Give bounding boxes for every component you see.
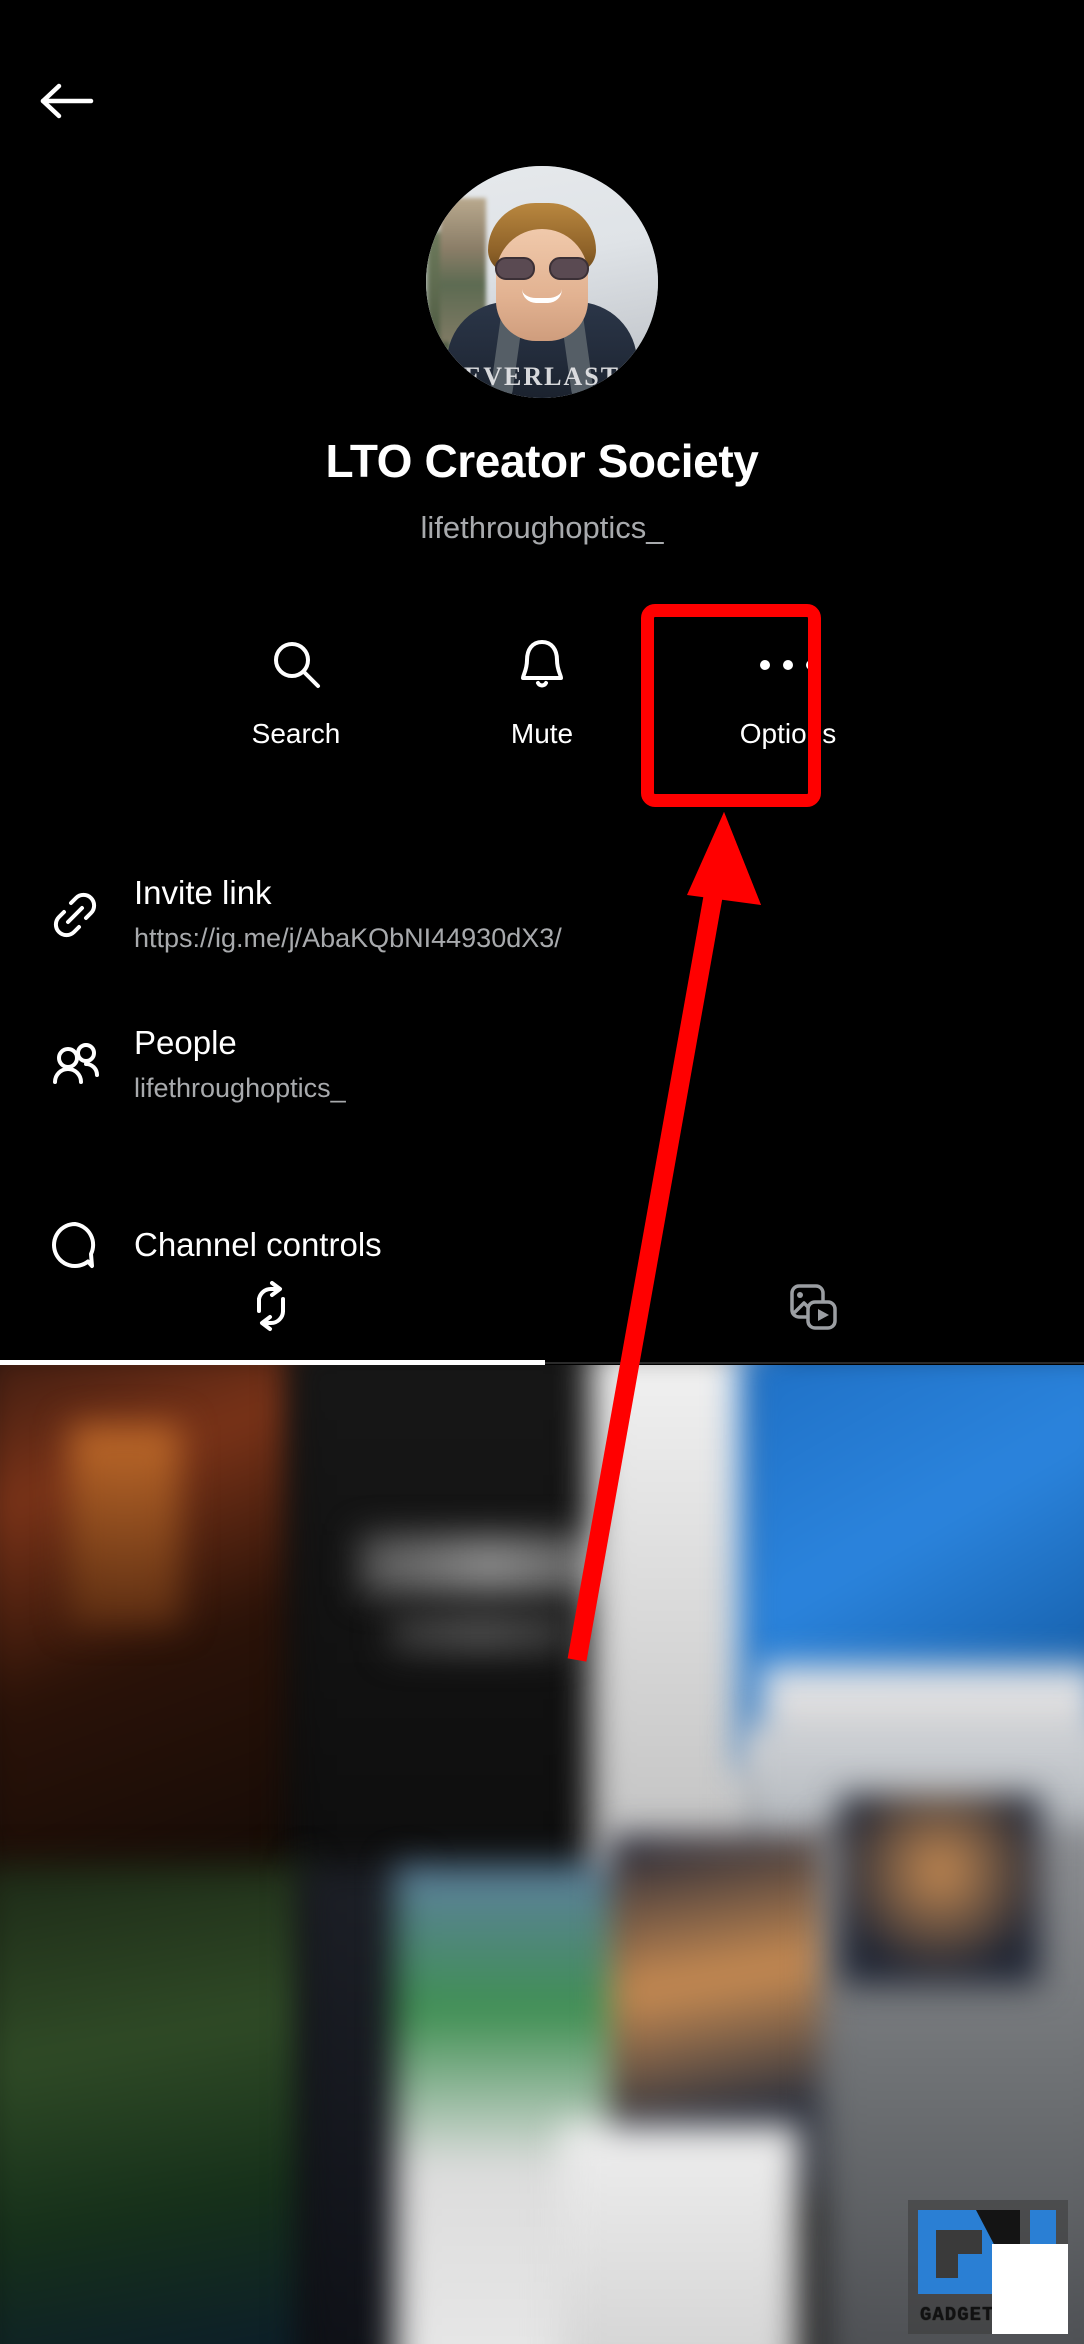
people-subtitle: lifethroughoptics_ — [134, 1072, 346, 1103]
people-icon — [34, 1020, 116, 1106]
search-action[interactable]: Search — [216, 618, 376, 748]
mute-label: Mute — [510, 718, 574, 749]
avatar-lens-right — [549, 256, 589, 280]
profile-header: EVERLAST LTO Creator Society lifethrough… — [0, 166, 1084, 543]
search-label: Search — [251, 718, 341, 749]
repeat-icon — [241, 1277, 301, 1342]
channel-username: lifethroughoptics_ — [420, 510, 664, 545]
back-button[interactable] — [28, 62, 106, 140]
search-icon — [268, 632, 324, 698]
channel-name: LTO Creator Society — [325, 435, 759, 487]
avatar-lens-left — [495, 256, 535, 280]
people-title: People — [134, 1024, 237, 1061]
three-dots-icon — [760, 632, 816, 698]
arrow-left-icon — [39, 81, 95, 121]
tab-reposts[interactable] — [0, 1255, 542, 1363]
grid-cell — [0, 1865, 310, 2344]
media-icon — [784, 1278, 842, 1341]
invite-link-row[interactable]: Invite link https://ig.me/j/AbaKQbNI4493… — [0, 870, 1084, 1020]
details-list: Invite link https://ig.me/j/AbaKQbNI4493… — [0, 870, 1084, 1320]
invite-link-url: https://ig.me/j/AbaKQbNI44930dX3/ — [134, 922, 562, 953]
invite-link-title: Invite link — [134, 874, 272, 911]
grid-cell — [840, 1795, 1040, 1985]
avatar-chest-text: EVERLAST — [463, 362, 621, 391]
grid-cell — [390, 1615, 570, 1651]
avatar-sunglasses — [495, 256, 589, 280]
tab-bar — [0, 1255, 1084, 1363]
action-row: Search Mute Options — [0, 618, 1084, 748]
media-grid-blurred[interactable] — [0, 1365, 1084, 2344]
grid-cell — [560, 2125, 800, 2344]
tab-media[interactable] — [542, 1255, 1084, 1363]
grid-cell — [70, 1425, 180, 1625]
avatar-face — [496, 228, 588, 341]
link-icon — [34, 870, 116, 956]
avatar[interactable]: EVERLAST — [426, 166, 658, 398]
top-bar — [0, 0, 1084, 150]
phone-screen: EVERLAST LTO Creator Society lifethrough… — [0, 0, 1084, 2344]
mute-action[interactable]: Mute — [462, 618, 622, 748]
options-action[interactable]: Options — [708, 618, 868, 748]
people-row[interactable]: People lifethroughoptics_ — [0, 1020, 1084, 1170]
options-label: Options — [739, 718, 837, 749]
bell-icon — [516, 632, 568, 698]
grid-cell — [360, 1535, 620, 1595]
